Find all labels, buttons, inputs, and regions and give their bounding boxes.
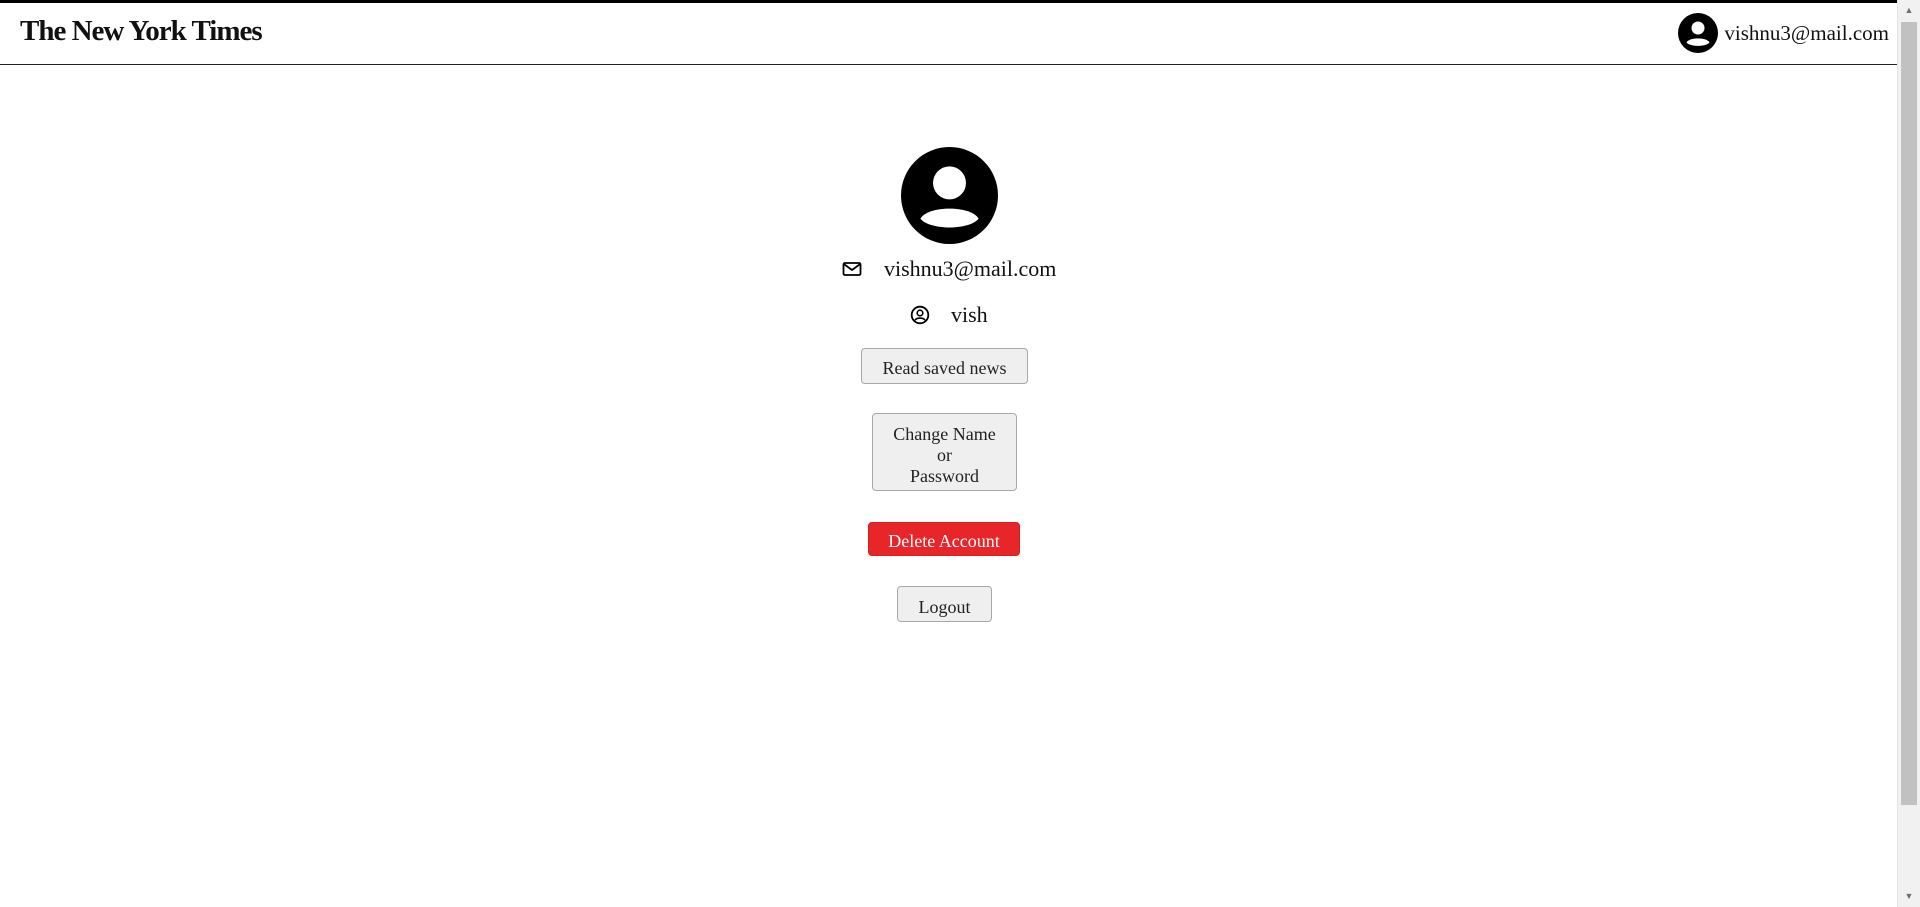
change-button-line3: Password bbox=[909, 465, 979, 486]
change-button-line1: Change Name bbox=[893, 423, 996, 444]
site-logo[interactable]: The New York Times bbox=[20, 15, 263, 48]
read-saved-news-button[interactable]: Read saved news bbox=[861, 348, 1028, 384]
profile-email: vishnu3@mail.com bbox=[884, 256, 1057, 281]
logout-button[interactable]: Logout bbox=[897, 586, 992, 622]
profile-name-row: vish bbox=[910, 300, 988, 330]
delete-account-button[interactable]: Delete Account bbox=[868, 522, 1020, 556]
header-user-email: vishnu3@mail.com bbox=[1724, 20, 1889, 45]
scroll-up-arrow-icon[interactable]: ▲ bbox=[1898, 2, 1920, 19]
profile-name: vish bbox=[951, 302, 988, 327]
top-nav: The New York Times vishnu3@mail.com bbox=[0, 3, 1898, 65]
mail-icon bbox=[842, 262, 862, 276]
profile-email-row: vishnu3@mail.com bbox=[842, 254, 1056, 284]
profile-avatar-icon bbox=[901, 147, 998, 244]
change-name-password-button[interactable]: Change Name or Password bbox=[872, 413, 1017, 491]
profile-page: vishnu3@mail.com vish Read saved news Ch… bbox=[0, 64, 1898, 907]
scroll-down-arrow-icon[interactable]: ▼ bbox=[1898, 888, 1920, 905]
change-button-line2: or bbox=[937, 444, 952, 465]
scrollbar-thumb[interactable] bbox=[1901, 22, 1917, 805]
user-circle-outline-icon bbox=[910, 305, 930, 325]
vertical-scrollbar[interactable]: ▲ ▼ bbox=[1897, 0, 1920, 907]
user-avatar-icon bbox=[1678, 13, 1719, 53]
user-menu[interactable]: vishnu3@mail.com bbox=[1678, 13, 1889, 53]
